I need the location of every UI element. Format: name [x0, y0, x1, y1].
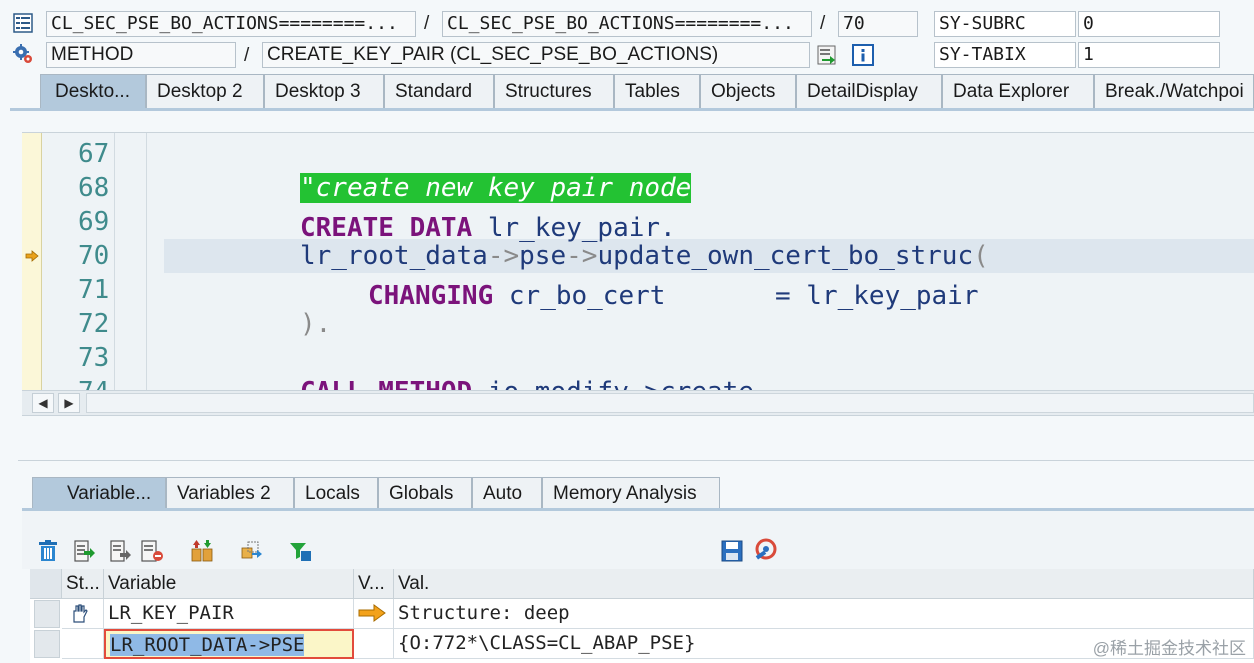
filter-icon[interactable] — [288, 539, 312, 563]
code-comment: "create new key pair node — [300, 173, 692, 203]
code-text: lr_root_data — [300, 241, 488, 271]
tab-desktop-2[interactable]: Desktop 2 — [146, 74, 264, 110]
value-type-cell[interactable] — [354, 629, 394, 659]
code-line-71: CHANGING cr_bo_cert = lr_key_pair — [368, 279, 979, 313]
current-statement-arrow-icon — [25, 250, 39, 262]
tab-globals[interactable]: Globals — [378, 477, 472, 511]
selected-variable-text: LR_ROOT_DATA->PSE — [110, 634, 305, 656]
tab-breakpoints-watchpoints[interactable]: Break./Watchpoi — [1094, 74, 1254, 110]
keyword: CHANGING — [368, 281, 494, 311]
sysvar2-value-field[interactable]: 1 — [1078, 42, 1220, 68]
tab-variables-2[interactable]: Variables 2 — [166, 477, 294, 511]
value-cell[interactable]: Structure: deep — [394, 599, 1254, 629]
column-header-status[interactable]: St... — [62, 569, 104, 599]
tab-locals[interactable]: Locals — [294, 477, 378, 511]
code-line-72: ). — [300, 307, 331, 341]
watermark: @稀土掘金技术社区 — [1092, 639, 1246, 658]
code-line-70: lr_root_data->pse->update_own_cert_bo_st… — [300, 239, 989, 273]
sysvar1-name-field[interactable]: SY-SUBRC — [934, 11, 1076, 37]
code-text: pse — [519, 241, 567, 271]
drilldown-arrow-icon[interactable] — [358, 604, 386, 622]
variable-input-active[interactable]: LR_ROOT_DATA->PSE — [104, 629, 354, 659]
tab-auto[interactable]: Auto — [472, 477, 542, 511]
event-name-field[interactable]: CREATE_KEY_PAIR (CL_SEC_PSE_BO_ACTIONS) — [262, 42, 810, 68]
tab-desktop-1[interactable]: Deskto... — [40, 74, 146, 110]
tab-structures[interactable]: Structures — [494, 74, 614, 110]
value-type-cell[interactable] — [354, 599, 394, 629]
status-cell — [62, 599, 104, 629]
delete-row-icon[interactable] — [140, 539, 164, 563]
include-field[interactable]: CL_SEC_PSE_BO_ACTIONS========... — [442, 11, 812, 37]
row-selector[interactable] — [34, 630, 60, 658]
settings-tools-icon[interactable] — [754, 537, 778, 561]
column-header-value[interactable]: Val. — [394, 569, 1254, 599]
gutter-divider — [146, 133, 147, 390]
line-number: 73 — [78, 343, 110, 373]
variables-toolbar — [22, 511, 1254, 569]
tab-desktop-3[interactable]: Desktop 3 — [264, 74, 384, 110]
navigate-to-source-icon[interactable] — [816, 44, 838, 66]
code-line-68: "create new key pair node — [300, 171, 692, 205]
tab-data-explorer[interactable]: Data Explorer — [942, 74, 1094, 110]
line-number: 68 — [78, 173, 110, 203]
line-number-field[interactable]: 70 — [838, 11, 918, 37]
line-number: 71 — [78, 275, 110, 305]
insert-row-icon[interactable] — [72, 539, 96, 563]
row-selector[interactable] — [34, 600, 60, 628]
hand-icon — [73, 604, 88, 623]
program-icon — [13, 13, 33, 33]
delete-icon[interactable] — [36, 539, 60, 563]
variables-grid[interactable]: St... Variable V... Val. LR_KEY_PAIR Str… — [30, 569, 1254, 663]
tab-underline — [10, 108, 1254, 111]
tab-variables-1[interactable]: Variable... — [32, 477, 166, 511]
code-operator: ( — [973, 241, 989, 271]
tab-tables[interactable]: Tables — [614, 74, 700, 110]
line-number: 69 — [78, 207, 110, 237]
sysvar1-value-field[interactable]: 0 — [1078, 11, 1220, 37]
code-operator: ). — [300, 309, 332, 339]
column-header-variable[interactable]: Variable — [104, 569, 354, 599]
editor-horizontal-scrollbar[interactable]: ◀ ▶ — [22, 390, 1254, 416]
code-text: io_modify->create — [472, 377, 754, 390]
panel-splitter[interactable] — [18, 460, 1254, 461]
tab-objects[interactable]: Objects — [700, 74, 796, 110]
line-number: 72 — [78, 309, 110, 339]
separator: / — [424, 13, 430, 34]
grid-corner[interactable] — [30, 569, 62, 599]
export-icon[interactable] — [240, 539, 264, 563]
line-number: 67 — [78, 139, 110, 169]
tab-standard[interactable]: Standard — [384, 74, 494, 110]
separator: / — [244, 45, 250, 66]
code-operator: -> — [487, 241, 520, 271]
sysvar2-name-field[interactable]: SY-TABIX — [934, 42, 1076, 68]
sort-icon[interactable] — [190, 539, 214, 563]
tab-detail-display[interactable]: DetailDisplay — [796, 74, 942, 110]
program-field[interactable]: CL_SEC_PSE_BO_ACTIONS========... — [46, 11, 416, 37]
info-icon[interactable] — [852, 44, 874, 66]
scroll-left-button[interactable]: ◀ — [32, 393, 54, 413]
code-line-74: CALL METHOD io_modify->create — [300, 375, 754, 390]
status-cell — [62, 629, 104, 659]
source-code-editor[interactable]: 67 68 69 70 71 72 73 74 "create new key … — [22, 132, 1254, 390]
variable-name-cell[interactable]: LR_KEY_PAIR — [104, 599, 354, 629]
save-icon[interactable] — [720, 539, 744, 563]
column-header-value-type[interactable]: V... — [354, 569, 394, 599]
event-type-field[interactable]: METHOD — [46, 42, 236, 68]
code-text: cr_bo_cert — [493, 281, 666, 311]
line-number: 74 — [78, 375, 138, 390]
copy-row-icon[interactable] — [108, 539, 132, 563]
code-text: update_own_cert_bo_struc — [597, 241, 974, 271]
line-number: 70 — [78, 241, 110, 271]
separator: / — [820, 13, 826, 34]
code-operator: -> — [566, 241, 598, 271]
tab-memory-analysis[interactable]: Memory Analysis — [542, 477, 720, 511]
code-text: = lr_key_pair — [665, 281, 979, 311]
scroll-right-button[interactable]: ▶ — [58, 393, 80, 413]
scroll-thumb[interactable] — [86, 393, 1254, 413]
keyword: CALL METHOD — [300, 377, 472, 390]
method-gear-icon — [13, 44, 32, 63]
